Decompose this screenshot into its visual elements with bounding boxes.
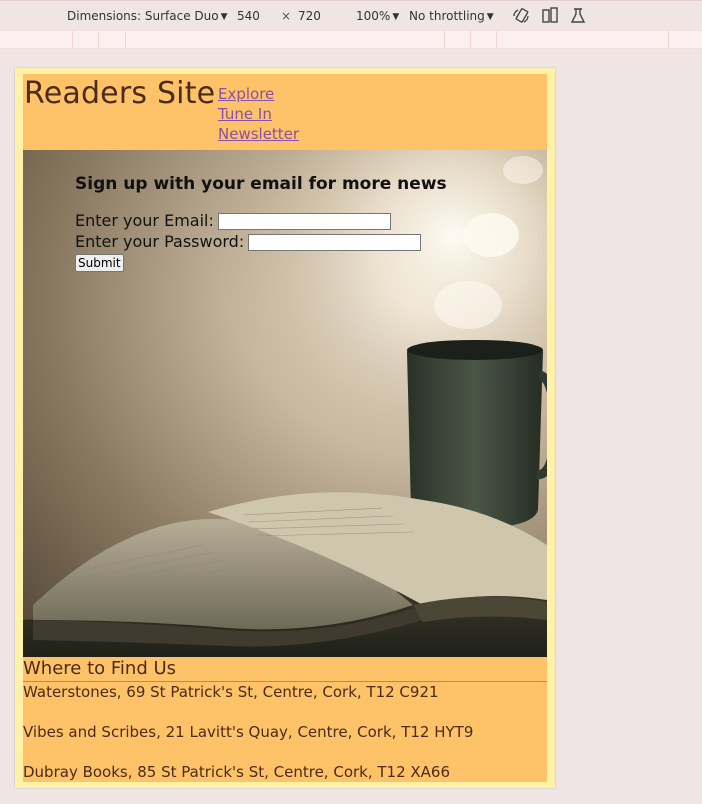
- rotate-icon[interactable]: [512, 7, 530, 25]
- chevron-down-icon: ▼: [220, 12, 228, 22]
- ruler-tick: [668, 31, 669, 48]
- location-item: Dubray Books, 85 St Patrick's St, Centre…: [23, 763, 451, 781]
- password-label: Enter your Password:: [75, 232, 245, 251]
- nav-item-newsletter: Newsletter: [218, 124, 299, 144]
- width-field[interactable]: 540: [237, 9, 260, 23]
- media-query-ruler: [0, 30, 702, 49]
- nav-link-newsletter[interactable]: Newsletter: [218, 125, 299, 143]
- ruler-tick: [72, 31, 73, 48]
- locations-heading: Where to Find Us: [23, 657, 547, 682]
- location-item: Vibes and Scribes, 21 Lavitt's Quay, Cen…: [23, 723, 474, 741]
- dual-screen-icon[interactable]: [541, 7, 559, 25]
- coffee-mug: [407, 340, 543, 528]
- ruler-tick: [470, 31, 471, 48]
- mug-rim: [407, 340, 543, 360]
- ruler-tick: [444, 31, 445, 48]
- chevron-down-icon: ▼: [486, 12, 494, 22]
- site-title: Readers Site: [24, 76, 216, 111]
- bokeh-light: [434, 281, 502, 329]
- zoom-dropdown[interactable]: 100% ▼: [356, 9, 399, 25]
- sensors-icon[interactable]: [569, 7, 587, 25]
- nav-link-explore[interactable]: Explore: [218, 85, 274, 103]
- main-nav: Explore Tune In Newsletter: [218, 84, 299, 144]
- nav-item-explore: Explore: [218, 84, 299, 104]
- email-row: Enter your Email:: [75, 210, 447, 231]
- hero-section: Sign up with your email for more news En…: [23, 150, 547, 657]
- throttling-label: No throttling: [409, 9, 485, 23]
- zoom-label: 100%: [356, 9, 391, 23]
- ruler-tick: [98, 31, 99, 48]
- nav-item-tune-in: Tune In: [218, 104, 299, 124]
- dimension-separator: ×: [281, 9, 292, 23]
- password-field[interactable]: [248, 234, 422, 251]
- devtools-device-toolbar: Dimensions: Surface Duo ▼ 540 × 720 100% ▼…: [0, 0, 702, 31]
- ruler-tick: [125, 31, 126, 48]
- locations-section: Where to Find Us Waterstones, 69 St Patr…: [23, 657, 547, 788]
- email-label: Enter your Email:: [75, 211, 214, 230]
- dimensions-dropdown[interactable]: Dimensions: Surface Duo ▼: [67, 9, 228, 25]
- site-header: Readers Site Explore Tune In Newsletter: [23, 74, 547, 150]
- location-item: Waterstones, 69 St Patrick's St, Centre,…: [23, 683, 439, 701]
- device-viewport: Readers Site Explore Tune In Newsletter: [15, 68, 555, 788]
- bokeh-light: [463, 213, 519, 257]
- chevron-down-icon: ▼: [392, 12, 400, 22]
- throttling-dropdown[interactable]: No throttling ▼: [409, 9, 494, 25]
- dimensions-label: Dimensions: Surface Duo: [67, 9, 219, 23]
- submit-button[interactable]: Submit: [75, 254, 124, 272]
- bokeh-light: [503, 156, 543, 184]
- ruler-tick: [496, 31, 497, 48]
- signup-form: Sign up with your email for more news En…: [75, 174, 447, 272]
- page-body: Readers Site Explore Tune In Newsletter: [23, 74, 547, 782]
- height-field[interactable]: 720: [298, 9, 321, 23]
- nav-link-tune-in[interactable]: Tune In: [218, 105, 272, 123]
- password-row: Enter your Password:: [75, 231, 447, 252]
- email-field[interactable]: [217, 213, 391, 230]
- signup-heading: Sign up with your email for more news: [75, 174, 447, 194]
